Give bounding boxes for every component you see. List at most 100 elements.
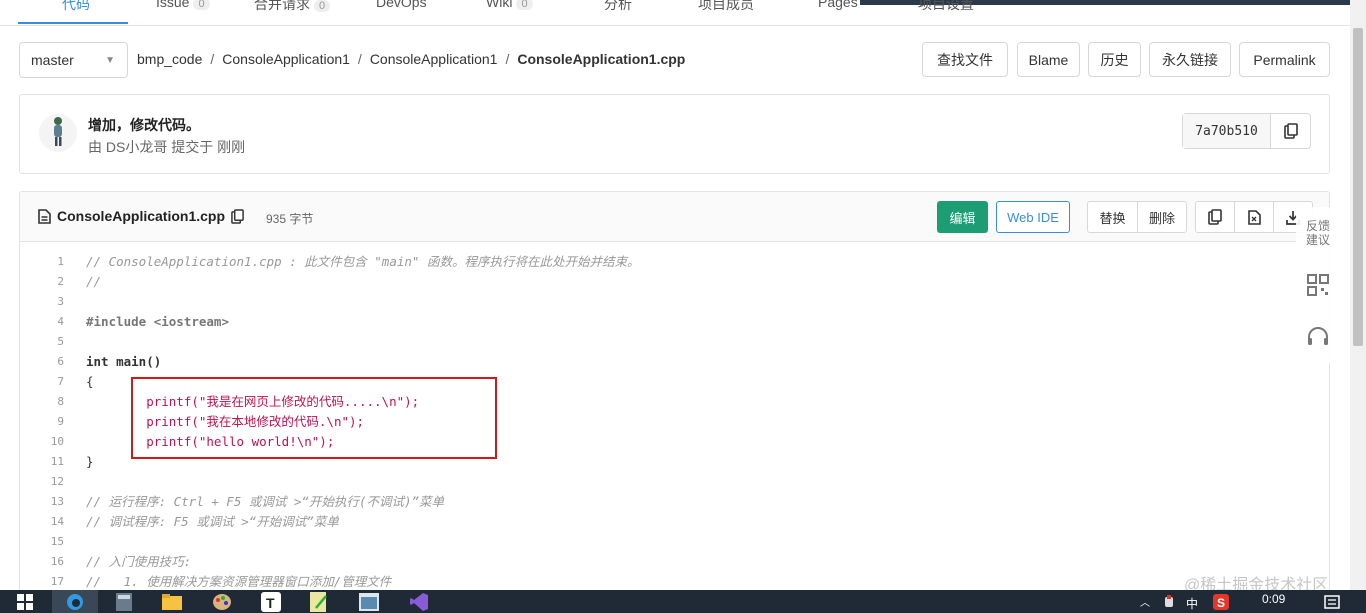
delete-button[interactable]: 删除 [1138,202,1186,232]
copy-content-button[interactable] [1196,202,1235,232]
copy-path-icon[interactable] [231,208,244,224]
line-number[interactable]: 16 [20,552,64,572]
breadcrumb-repo[interactable]: bmp_code [137,51,202,67]
permalink-button[interactable]: Permalink [1239,42,1330,77]
line-number[interactable]: 13 [20,492,64,512]
code-view: 1 // ConsoleApplication1.cpp : 此文件包含 "mai… [20,242,1329,592]
tab-label: 项目成员 [698,0,754,12]
clipboard-icon [1208,209,1222,225]
sogou-ime-icon[interactable]: S [1212,590,1230,613]
code-line: 17 // 1. 使用解决方案资源管理器窗口添加/管理文件 [20,572,1329,592]
headset-icon [1308,327,1328,345]
tray-app-icon[interactable] [1162,590,1176,613]
code-line: 12 [20,472,1329,492]
commit-hash[interactable]: 7a70b510 [1183,114,1271,148]
edge-browser-icon[interactable] [52,590,98,613]
line-number[interactable]: 6 [20,352,64,372]
tab-analysis[interactable]: 分析 [604,0,632,14]
breadcrumb-separator: / [505,51,510,67]
feedback-button[interactable]: 反馈建议 [1296,207,1340,259]
raw-file-button[interactable] [1235,202,1274,232]
file-viewer: ConsoleApplication1.cpp 935 字节 编辑 Web ID… [19,191,1330,601]
svg-text:S: S [1217,596,1225,610]
tab-label: 项目设置 [918,0,974,12]
feedback-label: 反馈建议 [1305,219,1330,247]
ime-indicator[interactable]: 中 [1186,595,1198,612]
tab-label: 合并请求 [254,0,310,12]
tab-code[interactable]: 代码 [62,0,90,14]
breadcrumb-dir-1[interactable]: ConsoleApplication1 [222,51,350,67]
line-number[interactable]: 12 [20,472,64,492]
page-scrollbar[interactable] [1350,0,1366,590]
qrcode-icon [1307,274,1329,296]
commit-by-label: 由 [88,139,102,155]
breadcrumb-dir-2[interactable]: ConsoleApplication1 [370,51,498,67]
windows-start-icon[interactable] [14,590,36,613]
notepad-icon[interactable] [306,590,332,613]
tray-expand-icon[interactable]: ︿ [1138,590,1152,613]
code-line: 6 int main() [20,352,1329,372]
floating-toolbar: 反馈建议 [1296,207,1340,363]
web-ide-button[interactable]: Web IDE [996,201,1070,233]
branch-name: master [31,52,74,68]
code-line: 16 // 入门使用技巧: [20,552,1329,572]
tab-label: Issue [156,0,190,10]
line-number[interactable]: 1 [20,252,64,272]
line-number[interactable]: 11 [20,452,64,472]
tab-settings[interactable]: 项目设置 [918,0,974,14]
line-number[interactable]: 7 [20,372,64,392]
edit-button[interactable]: 编辑 [937,201,988,233]
find-file-button[interactable]: 查找文件 [922,42,1008,77]
file-icon [38,208,51,224]
support-button[interactable] [1296,311,1340,363]
commit-meta: 由 DS小龙哥 提交于 刚刚 [88,137,245,157]
clipboard-icon [1283,123,1298,139]
breadcrumb-separator: / [210,51,215,67]
file-explorer-icon[interactable] [160,590,184,613]
commit-time: 刚刚 [217,139,246,155]
line-number[interactable]: 17 [20,572,64,592]
line-number[interactable]: 4 [20,312,64,332]
taskbar-clock[interactable]: 0:09 [1262,592,1285,606]
code-text: // 入门使用技巧: [86,554,192,569]
typora-icon[interactable]: T [258,590,284,613]
tab-wiki[interactable]: Wiki 0 [486,0,533,10]
code-line: 13 // 运行程序: Ctrl + F5 或调试 >“开始执行(不调试)”菜单 [20,492,1329,512]
line-number[interactable]: 8 [20,392,64,412]
paint-icon[interactable] [208,590,236,613]
last-commit-panel: 增加，修改代码。 由 DS小龙哥 提交于 刚刚 7a70b510 [19,94,1330,174]
avatar[interactable] [38,113,78,153]
notification-icon[interactable] [1322,590,1342,613]
line-number[interactable]: 2 [20,272,64,292]
tab-devops[interactable]: DevOps [376,0,427,10]
app-window-icon[interactable] [356,590,382,613]
file-name: ConsoleApplication1.cpp [57,208,226,224]
tab-merge-requests[interactable]: 合并请求 0 [254,0,331,14]
replace-button[interactable]: 替换 [1088,202,1138,232]
project-nav-tabs: 代码 Issue 0 合并请求 0 DevOps Wiki 0 分析 项目成员 Pag… [0,0,1350,26]
tab-pages[interactable]: Pages [818,0,858,10]
calculator-icon[interactable] [112,590,136,613]
replace-delete-group: 替换 删除 [1087,201,1187,233]
tab-count-badge: 0 [314,0,331,12]
line-number[interactable]: 9 [20,412,64,432]
commit-author[interactable]: DS小龙哥 [106,139,167,155]
code-text: { [86,374,94,389]
branch-select[interactable]: master ▼ [19,42,128,78]
tab-label: 分析 [604,0,632,12]
commit-message[interactable]: 增加，修改代码。 [88,115,200,135]
tab-members[interactable]: 项目成员 [698,0,754,14]
scrollbar-thumb[interactable] [1353,28,1363,346]
line-number[interactable]: 10 [20,432,64,452]
qrcode-button[interactable] [1296,259,1340,311]
copy-hash-button[interactable] [1271,114,1310,148]
visual-studio-icon[interactable] [406,590,432,613]
line-number[interactable]: 15 [20,532,64,552]
history-button[interactable]: 历史 [1088,42,1141,77]
blame-button[interactable]: Blame [1017,42,1080,77]
line-number[interactable]: 3 [20,292,64,312]
permalink-cn-button[interactable]: 永久链接 [1149,42,1231,77]
tab-issue[interactable]: Issue 0 [156,0,210,10]
line-number[interactable]: 14 [20,512,64,532]
line-number[interactable]: 5 [20,332,64,352]
